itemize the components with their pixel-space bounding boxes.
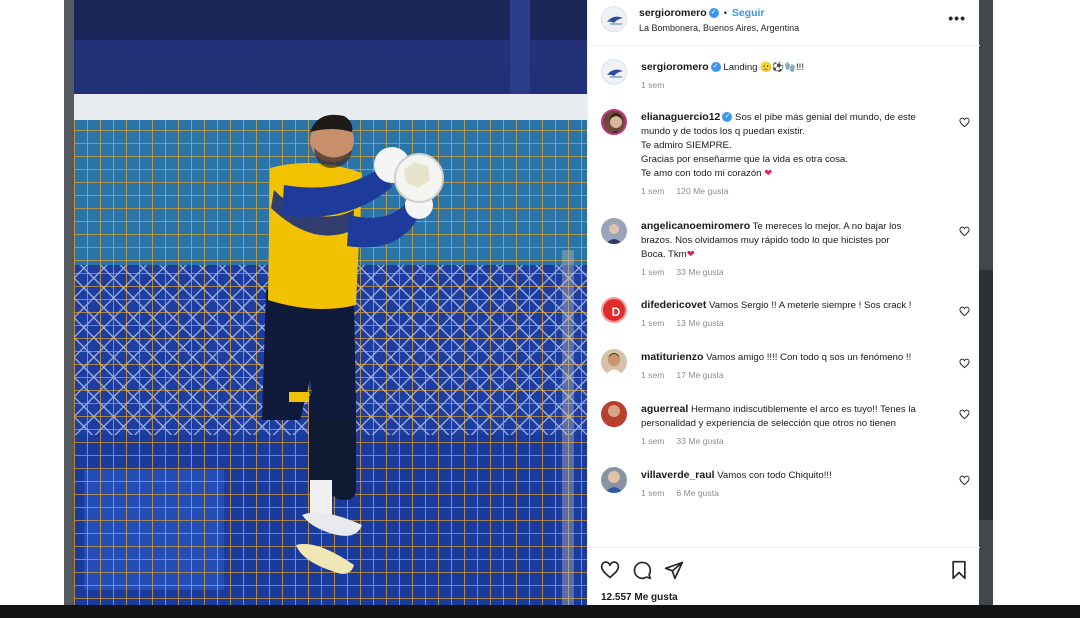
commenter-avatar[interactable]: [601, 467, 627, 493]
paper-plane-icon[interactable]: [664, 560, 684, 580]
red-heart-emoji-icon: ❤: [686, 249, 695, 260]
comment-text: personalidad y experiencia de selección …: [641, 418, 896, 429]
comment-like-heart-icon[interactable]: [959, 226, 970, 237]
comment-text: Te mereces lo mejor. A no bajar los: [752, 221, 902, 232]
comment-likes[interactable]: 17 Me gusta: [676, 370, 723, 380]
red-heart-emoji-icon: ❤: [764, 168, 773, 179]
caption-username[interactable]: sergioromero: [641, 61, 709, 73]
svg-text:D: D: [612, 305, 621, 319]
comment-likes[interactable]: 33 Me gusta: [676, 267, 723, 277]
comment-text: Sos el pibe más genial del mundo, de est…: [735, 112, 916, 123]
browser-frame-left: [64, 0, 74, 605]
caption-time: 1 sem: [641, 80, 665, 90]
comment-time: 1 sem: [641, 488, 665, 498]
comment-text: brazos. Nos olvidamos muy rápido todo lo…: [641, 235, 890, 246]
comment-text: Vamos con todo Chiquito!!!: [717, 470, 832, 481]
comment-time: 1 sem: [641, 267, 665, 277]
post-location[interactable]: La Bombonera, Buenos Aires, Argentina: [639, 23, 799, 33]
comment-text: Hermano indiscutiblemente el arco es tuy…: [690, 404, 916, 415]
caption-text: Landing 🫡⚽🧤!!!: [723, 62, 805, 73]
post-header: sergioromero ✓ • Seguir La Bombonera, Bueno…: [588, 0, 980, 46]
verified-badge-icon: ✓: [708, 8, 719, 19]
author-username[interactable]: sergioromero: [639, 7, 707, 19]
comment-likes[interactable]: 6 Me gusta: [676, 488, 719, 498]
post-likes-count[interactable]: 12.557 Me gusta: [601, 592, 678, 603]
comment-like-heart-icon[interactable]: [959, 358, 970, 369]
comment-text: Vamos amigo !!!! Con todo q sos un fenóm…: [706, 352, 912, 363]
more-options-icon[interactable]: •••: [948, 10, 966, 26]
heart-outline-icon[interactable]: [600, 560, 620, 580]
comment-like-heart-icon[interactable]: [959, 117, 970, 128]
comment-like-heart-icon[interactable]: [959, 475, 970, 486]
comment-like-heart-icon[interactable]: [959, 306, 970, 317]
comment-text: Boca. Tkm: [641, 249, 687, 260]
comment-time: 1 sem: [641, 436, 665, 446]
verified-badge-icon: ✓: [722, 112, 733, 123]
comment-likes[interactable]: 13 Me gusta: [676, 318, 723, 328]
comment-username[interactable]: aguerreal: [641, 403, 688, 415]
commenter-avatar[interactable]: [601, 349, 627, 375]
post-action-bar: 12.557 Me gusta: [588, 547, 980, 605]
comment-like-heart-icon[interactable]: [959, 409, 970, 420]
commenter-avatar[interactable]: [601, 401, 627, 427]
comment-username[interactable]: villaverde_raul: [641, 469, 715, 481]
comment-username[interactable]: matiturienzo: [641, 351, 703, 363]
comment-time: 1 sem: [641, 186, 665, 196]
comment-time: 1 sem: [641, 318, 665, 328]
screen-bottom-bar: [0, 605, 1080, 618]
commenter-avatar[interactable]: [601, 109, 627, 135]
comment-text: Te admiro SIEMPRE.: [641, 140, 732, 151]
bookmark-icon[interactable]: [949, 560, 969, 580]
author-avatar[interactable]: [601, 6, 627, 32]
comment-username[interactable]: angelicanoemiromero: [641, 220, 750, 232]
comment-text: Vamos Sergio !! A meterle siempre ! Sos …: [709, 300, 912, 311]
comment-username[interactable]: difedericovet: [641, 299, 706, 311]
comment-username[interactable]: elianaguercio12: [641, 111, 720, 123]
post-panel: sergioromero ✓ • Seguir La Bombonera, Bueno…: [587, 0, 980, 605]
browser-frame-right: [979, 0, 993, 605]
commenter-avatar[interactable]: D: [601, 297, 627, 323]
comment-text: Gracias por enseñarme que la vida es otr…: [641, 154, 848, 165]
comment-text: mundo y de todos los q puedan existir.: [641, 126, 805, 137]
comment-bubble-icon[interactable]: [632, 560, 652, 580]
comment-likes[interactable]: 120 Me gusta: [676, 186, 728, 196]
post-photo: [74, 0, 587, 605]
verified-badge-icon: ✓: [710, 62, 721, 73]
author-avatar[interactable]: [601, 59, 627, 85]
comment-text: Te amo con todo mi corazón: [641, 168, 762, 179]
comment-time: 1 sem: [641, 370, 665, 380]
comment-likes[interactable]: 33 Me gusta: [676, 436, 723, 446]
commenter-avatar[interactable]: [601, 218, 627, 244]
follow-button[interactable]: Seguir: [732, 7, 765, 19]
